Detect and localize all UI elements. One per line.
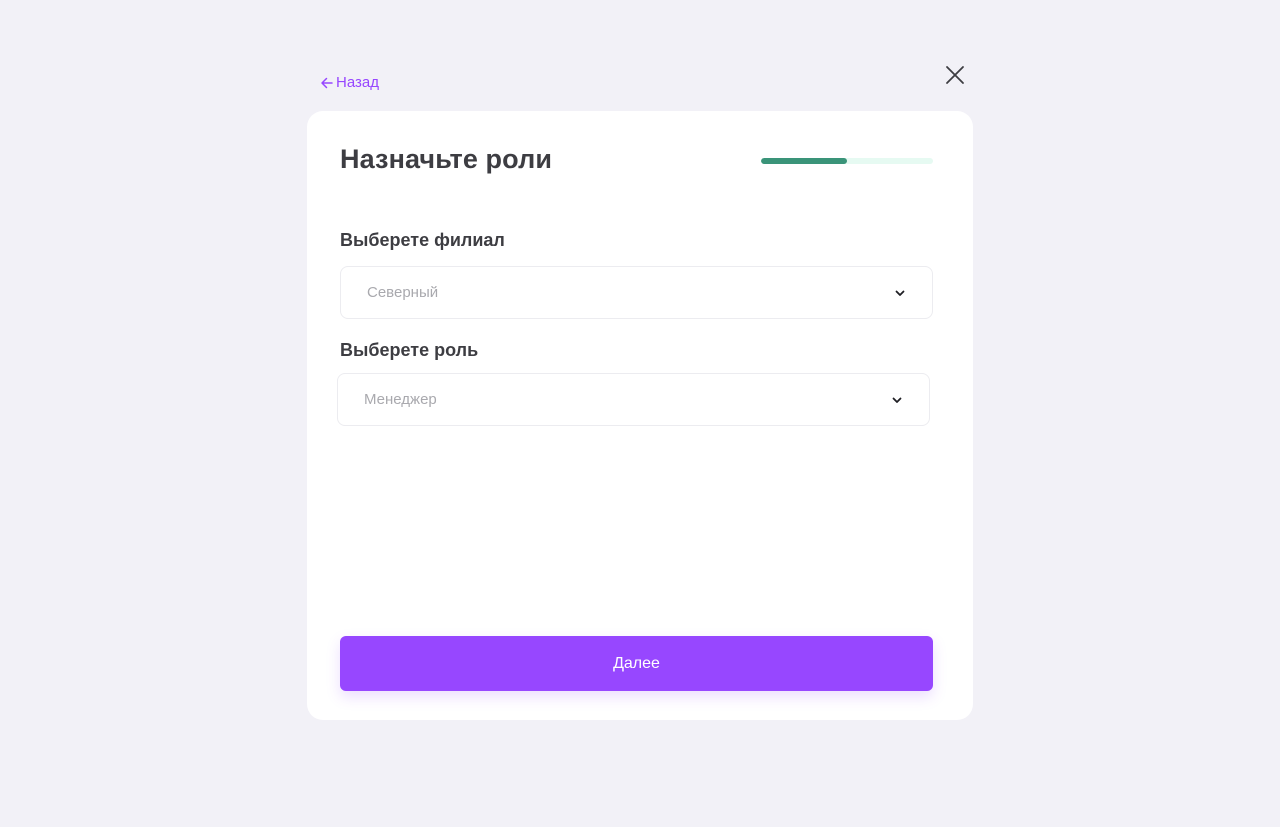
branch-label: Выберете филиал (340, 230, 505, 250)
progress-bar (761, 158, 933, 164)
close-icon (946, 66, 964, 84)
progress-bar-fill (761, 158, 847, 164)
role-label: Выберете роль (340, 340, 479, 360)
chevron-down-icon (892, 397, 902, 403)
back-link[interactable]: Назад (320, 74, 379, 91)
close-button[interactable] (943, 63, 967, 87)
next-button[interactable]: Далее (340, 636, 933, 691)
role-select[interactable]: Менеджер (337, 373, 930, 426)
role-select-value: Менеджер (364, 391, 437, 408)
branch-select-value: Северный (367, 284, 439, 301)
page-title: Назначьте роли (340, 144, 553, 174)
chevron-down-icon (895, 290, 905, 296)
back-link-label: Назад (336, 74, 379, 91)
arrow-left-icon (321, 77, 333, 88)
assign-roles-dialog: Назначьте роли Выберете филиал Северный … (307, 111, 973, 720)
branch-select[interactable]: Северный (340, 266, 933, 319)
